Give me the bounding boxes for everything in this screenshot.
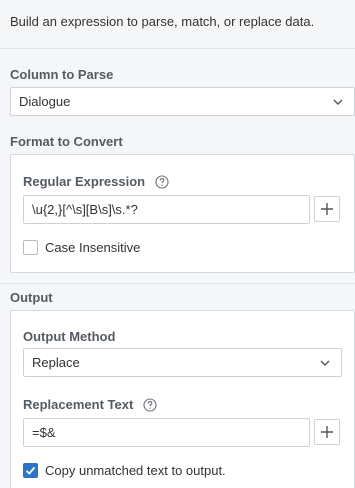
column-select-value: Dialogue: [19, 94, 71, 109]
format-panel: Regular Expression \u{2,}[^\s][B\s]\s.*?…: [10, 154, 355, 273]
plus-icon: [321, 426, 333, 438]
format-to-convert-label: Format to Convert: [10, 134, 123, 149]
copy-unmatched-option[interactable]: Copy unmatched text to output.: [23, 463, 226, 478]
insert-token-button[interactable]: [314, 196, 340, 222]
help-circle-icon[interactable]: [155, 174, 169, 189]
output-method-select[interactable]: Replace: [23, 348, 342, 377]
chevron-down-icon: [320, 360, 330, 366]
output-panel: Output Method Replace Replacement Text =…: [10, 310, 355, 488]
case-insensitive-checkbox[interactable]: [23, 240, 38, 255]
copy-unmatched-checkbox[interactable]: [23, 463, 38, 478]
output-method-label-text: Output Method: [23, 329, 116, 344]
case-insensitive-label: Case Insensitive: [45, 240, 141, 255]
divider: [0, 283, 355, 284]
plus-icon: [321, 203, 333, 215]
replacement-label-text: Replacement Text: [23, 397, 134, 412]
copy-unmatched-label: Copy unmatched text to output.: [45, 463, 226, 478]
output-method-label: Output Method: [23, 329, 115, 344]
output-label: Output: [10, 290, 53, 305]
insert-replacement-token-button[interactable]: [314, 419, 340, 445]
output-method-value: Replace: [32, 355, 80, 370]
chevron-down-icon: [333, 99, 343, 105]
case-insensitive-option[interactable]: Case Insensitive: [23, 240, 140, 255]
replacement-text-field-label: Replacement Text: [23, 397, 157, 412]
regex-input[interactable]: \u{2,}[^\s][B\s]\s.*?: [23, 195, 310, 224]
regex-input-value: \u{2,}[^\s][B\s]\s.*?: [32, 202, 138, 217]
tool-description: Build an expression to parse, match, or …: [10, 14, 315, 29]
replacement-text-input[interactable]: =$&: [23, 418, 310, 447]
column-select[interactable]: Dialogue: [10, 87, 355, 116]
divider: [0, 48, 355, 49]
regex-field-label: Regular Expression: [23, 174, 169, 189]
column-to-parse-label: Column to Parse: [10, 67, 114, 82]
replacement-input-value: =$&: [32, 425, 56, 440]
regex-label-text: Regular Expression: [23, 174, 146, 189]
check-icon: [25, 466, 36, 475]
help-circle-icon[interactable]: [143, 397, 157, 412]
